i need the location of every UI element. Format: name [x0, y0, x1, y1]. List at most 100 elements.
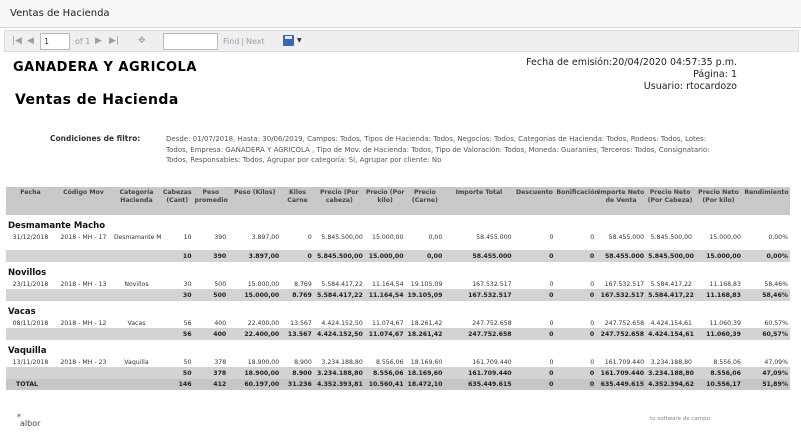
- table-cell: 10.556,17: [694, 379, 743, 390]
- table-cell: 0,00%: [768, 234, 788, 241]
- table-cell: 10.560,41: [364, 379, 406, 390]
- table-cell: 400: [193, 328, 229, 340]
- group-header-row: Vaquilla: [6, 340, 790, 356]
- table-cell: [112, 289, 161, 301]
- table-cell: 60,57%: [764, 320, 788, 327]
- table-cell: [54, 379, 112, 390]
- table-cell: 5.845.500,00: [650, 234, 692, 241]
- table-cell: 500: [214, 281, 227, 288]
- table-cell: 15.000,00: [228, 289, 282, 301]
- table-cell: 13.567: [281, 328, 314, 340]
- table-cell: 0: [513, 379, 556, 390]
- table-cell: 167.532.517: [444, 289, 514, 301]
- table-cell: 3.234.188,80: [650, 359, 692, 366]
- column-header: Precio (Carne): [405, 187, 445, 215]
- table-cell: 56: [160, 328, 194, 340]
- table-cell: 4.424.154,61: [650, 320, 692, 327]
- group-name: Novillos: [8, 267, 47, 278]
- table-cell: 8.900: [294, 359, 312, 366]
- column-header: Fecha: [6, 187, 55, 215]
- table-cell: 0: [281, 250, 314, 262]
- back-icon[interactable]: ✥: [138, 35, 146, 47]
- table-cell: [112, 328, 161, 340]
- table-cell: 3.897,00: [251, 234, 280, 241]
- table-cell: 161.709.440: [596, 367, 647, 379]
- table-cell: 50: [183, 359, 192, 366]
- table-cell: 5.584.417,22: [321, 281, 363, 288]
- table-cell: 0: [555, 367, 597, 379]
- dropdown-icon[interactable]: ▼: [297, 37, 302, 44]
- table-cell: 23/11/2018: [12, 281, 49, 288]
- table-cell: 58.455.000: [444, 250, 514, 262]
- table-cell: 58.455.000: [608, 234, 645, 241]
- table-cell: 22.400,00: [247, 320, 280, 327]
- table-cell: 58,46%: [742, 289, 790, 301]
- find-link[interactable]: Find: [223, 37, 239, 46]
- page-number-input[interactable]: [40, 33, 70, 50]
- table-cell: 18.261,42: [405, 328, 445, 340]
- table-cell: [6, 367, 55, 379]
- table-cell: 0: [555, 379, 597, 390]
- table-cell: 0,00: [428, 234, 443, 241]
- table-cell: 11.164,54: [372, 281, 404, 288]
- table-cell: 18.472,10: [405, 379, 445, 390]
- table-cell: 247.752.658: [604, 320, 645, 327]
- table-cell: 15.000,00: [372, 234, 404, 241]
- table-cell: 2018 - MH - 13: [60, 281, 107, 288]
- table-cell: 15.000,00: [364, 250, 406, 262]
- table-cell: 3.234.188,80: [313, 367, 365, 379]
- column-header: Precio Neto (Por kilo): [694, 187, 743, 215]
- table-cell: 378: [214, 359, 227, 366]
- find-input[interactable]: [163, 33, 218, 50]
- page-count: of 1: [75, 37, 91, 46]
- previous-page-icon[interactable]: ◀: [27, 35, 34, 47]
- table-row: 08/11/2018 2018 - MH - 12 Vacas 56 400 22.400…: [6, 317, 790, 328]
- table-cell: 0: [590, 359, 595, 366]
- table-cell: 11.168,83: [694, 289, 743, 301]
- table-cell: 22.400,00: [228, 328, 282, 340]
- table-cell: 3.234.188,80: [646, 367, 694, 379]
- subtotal-row: 50 378 18.900,00 8.900 3.234.188,80 8.556,06 1…: [6, 367, 790, 379]
- table-cell: [112, 250, 161, 262]
- first-page-icon[interactable]: |◀: [12, 35, 22, 47]
- table-cell: [54, 250, 112, 262]
- table-cell: 8.769: [281, 289, 314, 301]
- subtotal-row: 30 500 15.000,00 8.769 5.584.417,22 11.164,54…: [6, 289, 790, 301]
- next-link[interactable]: Next: [246, 37, 265, 46]
- last-page-icon[interactable]: ▶|: [109, 35, 119, 47]
- save-icon[interactable]: [283, 35, 294, 46]
- table-cell: 500: [193, 289, 229, 301]
- toolbar-separator: |: [241, 37, 244, 46]
- table-cell: 47,09%: [764, 359, 788, 366]
- table-cell: 8.900: [281, 367, 314, 379]
- table-cell: 8.556,06: [364, 367, 406, 379]
- software-tagline: tu software de campo: [650, 416, 710, 422]
- table-cell: 58.455.000: [596, 250, 647, 262]
- group-name: Vaquilla: [8, 345, 47, 356]
- column-header: Bonificación: [555, 187, 599, 215]
- page-indicator: Página: 1: [693, 69, 737, 80]
- table-cell: 30: [183, 281, 192, 288]
- table-cell: 146: [160, 379, 194, 390]
- table-cell: 5.584.417,22: [313, 289, 365, 301]
- sales-table: Fecha Código Mov Categoría Hacienda Cabezas…: [6, 187, 790, 390]
- column-header: Precio (Por cabeza): [313, 187, 365, 215]
- table-cell: 18.261,42: [410, 320, 443, 327]
- albor-logo-text: albor: [20, 419, 41, 428]
- table-cell: 390: [193, 250, 229, 262]
- table-cell: 08/11/2018: [12, 320, 49, 327]
- table-cell: 635.449.615: [444, 379, 514, 390]
- table-cell: 247.752.658: [444, 328, 514, 340]
- table-header-row: Fecha Código Mov Categoría Hacienda Cabezas…: [6, 187, 790, 215]
- table-cell: 161.709.440: [472, 359, 512, 366]
- table-cell: 0: [549, 234, 554, 241]
- report-meta: Fecha de emisión:20/04/2020 04:57:35 p.m…: [526, 57, 737, 93]
- table-row: 13/11/2018 2018 - MH - 23 Vaquilla 50 378 18.…: [6, 356, 790, 367]
- table-cell: 0: [513, 289, 556, 301]
- next-page-icon[interactable]: ▶: [95, 35, 102, 47]
- table-cell: 2018 - MH - 12: [60, 320, 107, 327]
- group-name: Desmamante Macho: [8, 220, 106, 231]
- table-cell: [54, 289, 112, 301]
- table-cell: TOTAL: [6, 379, 55, 390]
- table-cell: 5.845.500,00: [646, 250, 694, 262]
